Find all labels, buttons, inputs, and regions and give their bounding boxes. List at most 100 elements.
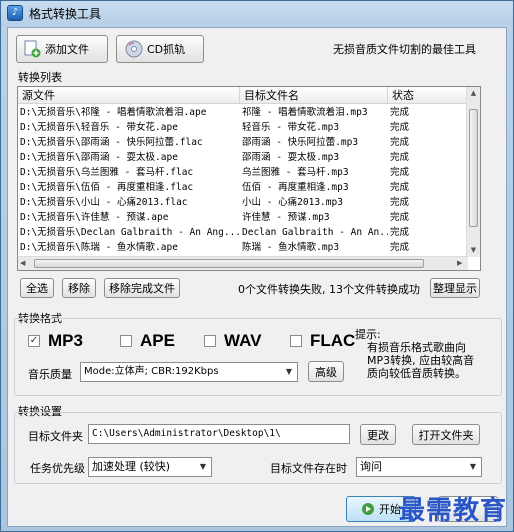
select-all-button[interactable]: 全选: [20, 278, 54, 298]
status-cell: 完成: [390, 227, 410, 238]
column-header-status[interactable]: 状态: [388, 87, 468, 104]
client-area: 添加文件 CD抓轨 无损音质文件切割的最佳工具 转换列表 源文件 目标文件名 状…: [7, 27, 507, 527]
status-cell: 完成: [390, 242, 410, 253]
scroll-right-icon[interactable]: ▶: [457, 259, 466, 268]
scroll-down-icon[interactable]: ▼: [469, 246, 478, 255]
status-cell: 完成: [390, 182, 410, 193]
add-file-button[interactable]: 添加文件: [16, 35, 108, 63]
status-cell: 完成: [390, 167, 410, 178]
target-folder-input[interactable]: C:\Users\Administrator\Desktop\1\: [88, 424, 350, 444]
priority-select[interactable]: 加速处理 (较快) ▼: [88, 457, 212, 477]
source-file-cell: D:\无损音乐\小山 - 心痛2013.flac: [20, 197, 188, 208]
change-folder-label: 更改: [367, 428, 389, 442]
app-window: ♪ 格式转换工具 添加文件 CD抓轨 无损音质文件切割的最佳工具 转换列表 源文…: [0, 0, 514, 532]
target-file-cell: 轻音乐 - 带女花.mp3: [242, 122, 340, 133]
source-file-cell: D:\无损音乐\陈瑞 - 鱼水情歌.ape: [20, 242, 178, 253]
remove-button[interactable]: 移除: [62, 278, 96, 298]
status-cell: 完成: [390, 107, 410, 118]
horizontal-scrollbar[interactable]: ◀ ▶: [18, 256, 468, 270]
format-option-label: WAV: [224, 331, 262, 350]
file-exists-value: 询问: [360, 460, 382, 473]
table-row[interactable]: D:\无损音乐\伍佰 - 再度重相逢.flac 伍佰 - 再度重相逢.mp3 完成: [18, 180, 468, 195]
target-file-cell: 祁隆 - 唱着情歌流着泪.mp3: [242, 107, 368, 118]
chevron-down-icon: ▼: [285, 367, 293, 376]
target-file-cell: 邵雨涵 - 快乐阿拉蕾.mp3: [242, 137, 359, 148]
column-header-source[interactable]: 源文件: [18, 87, 240, 104]
table-row[interactable]: D:\无损音乐\轻音乐 - 带女花.ape 轻音乐 - 带女花.mp3 完成: [18, 120, 468, 135]
horizontal-scroll-thumb[interactable]: [34, 259, 424, 268]
target-file-cell: 许佳慧 - 预谋.mp3: [242, 212, 330, 223]
status-cell: 完成: [390, 152, 410, 163]
quality-label: 音乐质量: [28, 368, 72, 381]
priority-label: 任务优先级: [30, 462, 85, 475]
slogan-text: 无损音质文件切割的最佳工具: [333, 43, 476, 56]
format-option-label: MP3: [48, 331, 83, 350]
file-exists-select[interactable]: 询问 ▼: [356, 457, 482, 477]
remove-label: 移除: [68, 282, 90, 295]
format-option-flac[interactable]: FLAC: [290, 331, 355, 351]
format-option-mp3[interactable]: ✓ MP3: [28, 331, 83, 351]
scroll-up-icon[interactable]: ▲: [469, 89, 478, 98]
target-file-cell: 伍佰 - 再度重相逢.mp3: [242, 182, 349, 193]
cd-rip-button[interactable]: CD抓轨: [116, 35, 204, 63]
watermark-logo: 最需教育: [398, 496, 507, 526]
format-option-label: APE: [140, 331, 175, 350]
target-file-cell: 小山 - 心痛2013.mp3: [242, 197, 343, 208]
window-title: 格式转换工具: [29, 6, 102, 21]
status-cell: 完成: [390, 212, 410, 223]
start-icon: [361, 502, 375, 516]
quality-value: Mode:立体声; CBR:192Kbps: [84, 366, 219, 377]
scroll-left-icon[interactable]: ◀: [20, 259, 29, 268]
target-file-cell: 邵雨涵 - 耍太极.mp3: [242, 152, 340, 163]
target-file-cell: 陈瑞 - 鱼水情歌.mp3: [242, 242, 340, 253]
vertical-scrollbar[interactable]: ▲ ▼: [466, 87, 480, 257]
checkbox-icon[interactable]: [120, 335, 132, 347]
chevron-down-icon: ▼: [199, 462, 207, 471]
remove-done-label: 移除完成文件: [109, 282, 175, 295]
table-row[interactable]: D:\无损音乐\邵雨涵 - 快乐阿拉蕾.flac 邵雨涵 - 快乐阿拉蕾.mp3 完…: [18, 135, 468, 150]
status-cell: 完成: [390, 137, 410, 148]
file-exists-label: 目标文件存在时: [270, 462, 347, 475]
priority-value: 加速处理 (较快): [92, 460, 171, 473]
advanced-button[interactable]: 高级: [308, 361, 344, 382]
table-row[interactable]: D:\无损音乐\乌兰图雅 - 套马杆.flac 乌兰图雅 - 套马杆.mp3 完成: [18, 165, 468, 180]
start-label: 开始: [379, 503, 401, 516]
checkbox-icon[interactable]: [290, 335, 302, 347]
table-row[interactable]: D:\无损音乐\Declan Galbraith - An Ang... Decl…: [18, 225, 468, 240]
source-file-cell: D:\无损音乐\Declan Galbraith - An Ang...: [20, 227, 240, 238]
conversion-list[interactable]: 源文件 目标文件名 状态 D:\无损音乐\祁隆 - 唱着情歌流着泪.ape 祁隆 …: [17, 86, 481, 271]
status-cell: 完成: [390, 122, 410, 133]
target-file-cell: Declan Galbraith - An An...: [242, 227, 388, 238]
change-folder-button[interactable]: 更改: [360, 424, 396, 445]
vertical-scroll-thumb[interactable]: [469, 109, 478, 227]
organize-label: 整理显示: [433, 282, 477, 295]
source-file-cell: D:\无损音乐\祁隆 - 唱着情歌流着泪.ape: [20, 107, 207, 118]
source-file-cell: D:\无损音乐\邵雨涵 - 耍太极.ape: [20, 152, 178, 163]
table-row[interactable]: D:\无损音乐\小山 - 心痛2013.flac 小山 - 心痛2013.mp3 完…: [18, 195, 468, 210]
status-cell: 完成: [390, 197, 410, 208]
checkbox-icon[interactable]: [204, 335, 216, 347]
checkbox-icon[interactable]: ✓: [28, 335, 40, 347]
remove-done-button[interactable]: 移除完成文件: [104, 278, 180, 298]
table-row[interactable]: D:\无损音乐\邵雨涵 - 耍太极.ape 邵雨涵 - 耍太极.mp3 完成: [18, 150, 468, 165]
target-folder-label: 目标文件夹: [28, 430, 83, 443]
column-header-target[interactable]: 目标文件名: [240, 87, 388, 104]
source-file-cell: D:\无损音乐\轻音乐 - 带女花.ape: [20, 122, 178, 133]
organize-button[interactable]: 整理显示: [430, 278, 480, 298]
table-row[interactable]: D:\无损音乐\祁隆 - 唱着情歌流着泪.ape 祁隆 - 唱着情歌流着泪.mp3…: [18, 105, 468, 120]
source-file-cell: D:\无损音乐\许佳慧 - 预谋.ape: [20, 212, 169, 223]
format-option-ape[interactable]: APE: [120, 331, 175, 351]
add-file-label: 添加文件: [45, 43, 89, 56]
table-row[interactable]: D:\无损音乐\陈瑞 - 鱼水情歌.ape 陈瑞 - 鱼水情歌.mp3 完成: [18, 240, 468, 255]
conversion-status-text: 0个文件转换失败, 13个文件转换成功: [238, 283, 420, 296]
open-folder-label: 打开文件夹: [418, 428, 474, 442]
open-folder-button[interactable]: 打开文件夹: [412, 424, 480, 445]
format-option-wav[interactable]: WAV: [204, 331, 261, 351]
tip-title: 提示:: [355, 328, 381, 341]
table-row[interactable]: D:\无损音乐\许佳慧 - 预谋.ape 许佳慧 - 预谋.mp3 完成: [18, 210, 468, 225]
tip-text: 有损音乐格式歌曲向MP3转换, 应由较高音质向较低音质转换。: [367, 341, 475, 380]
add-file-icon: [23, 40, 41, 58]
chevron-down-icon: ▼: [469, 462, 477, 471]
quality-select[interactable]: Mode:立体声; CBR:192Kbps ▼: [80, 362, 298, 382]
cd-icon: [125, 40, 143, 58]
